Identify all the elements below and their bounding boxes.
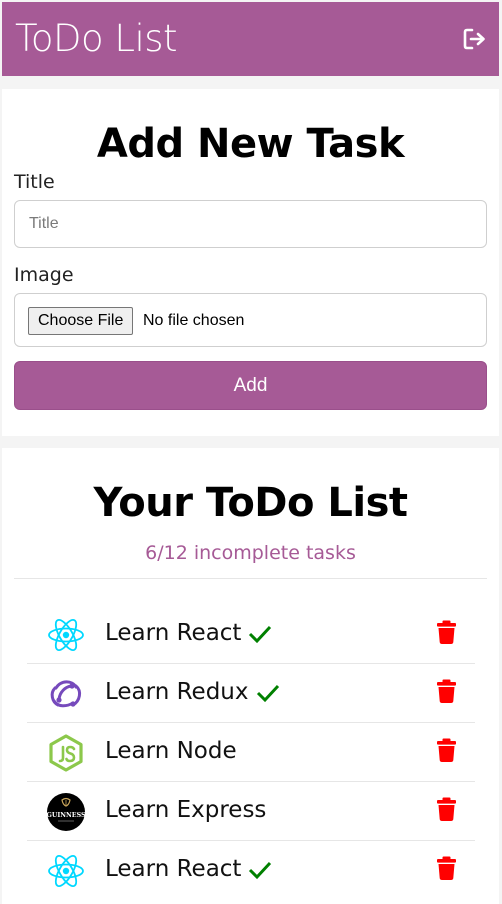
trash-icon[interactable] (437, 738, 456, 762)
task-row[interactable]: GUINNESS Learn Express (27, 782, 475, 841)
navbar: ToDo List (2, 2, 499, 76)
task-title: Learn React (105, 856, 242, 882)
image-field-box: Choose File No file chosen (14, 293, 487, 347)
task-row[interactable]: Learn React (27, 605, 475, 664)
title-label: Title (14, 171, 55, 193)
app-title: ToDo List (15, 17, 178, 60)
file-status: No file chosen (143, 312, 245, 329)
check-icon (248, 861, 272, 880)
trash-icon[interactable] (437, 620, 456, 644)
redux-logo-icon (50, 680, 82, 708)
task-title: Learn Express (105, 797, 267, 823)
task-title: Learn Redux (105, 679, 249, 705)
image-label: Image (14, 264, 74, 286)
react-logo-icon (48, 619, 84, 651)
add-task-card: Add New Task Title Image Choose File No … (2, 89, 499, 436)
task-title: Learn React (105, 620, 242, 646)
trash-icon[interactable] (437, 797, 456, 821)
react-logo-icon (48, 855, 84, 887)
choose-file-button[interactable]: Choose File (28, 307, 134, 335)
nodejs-logo-icon (49, 734, 83, 772)
divider (14, 578, 487, 579)
task-row[interactable]: Learn React (27, 841, 475, 900)
add-task-heading: Add New Task (96, 121, 405, 167)
check-icon (248, 625, 272, 644)
add-button[interactable]: Add (14, 361, 487, 410)
todo-list-heading: Your ToDo List (93, 480, 408, 526)
task-row[interactable]: Learn Redux (27, 664, 475, 723)
svg-text:GUINNESS: GUINNESS (46, 812, 86, 819)
incomplete-count: 6/12 incomplete tasks (145, 542, 356, 564)
logout-icon[interactable] (463, 28, 487, 50)
trash-icon[interactable] (437, 679, 456, 703)
check-icon (256, 684, 280, 703)
trash-icon[interactable] (437, 856, 456, 880)
task-row[interactable]: Learn Node (27, 723, 475, 782)
todo-list-card: Your ToDo List 6/12 incomplete tasks Lea… (2, 448, 499, 904)
task-title: Learn Node (105, 738, 237, 764)
title-input[interactable] (15, 201, 486, 247)
guinness-logo-icon: GUINNESS (46, 793, 86, 831)
title-field-box (14, 200, 487, 248)
